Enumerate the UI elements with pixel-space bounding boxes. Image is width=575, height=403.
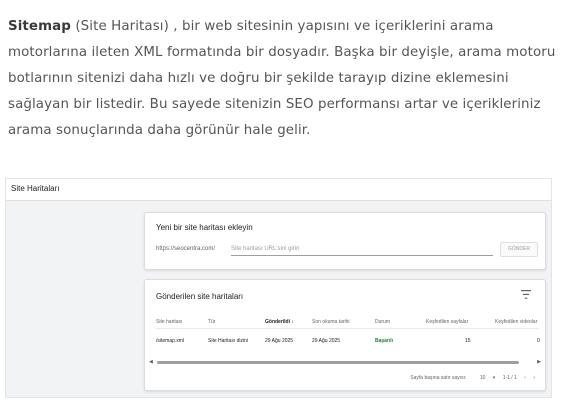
scroll-left-icon[interactable]: ◀ bbox=[149, 359, 153, 365]
article-paragraph: Sitemap (Site Haritası) , bir web sitesi… bbox=[8, 14, 568, 144]
col-type[interactable]: Tür bbox=[208, 319, 216, 325]
row-last-read: 29 Ağu 2025 bbox=[312, 338, 341, 344]
sitemap-term: Sitemap bbox=[8, 19, 71, 34]
submit-button[interactable]: GÖNDER bbox=[500, 242, 538, 257]
search-console-screenshot: Site Haritaları Yeni bir site haritası e… bbox=[5, 178, 552, 398]
prev-page-icon[interactable]: ‹ bbox=[524, 375, 526, 381]
horizontal-scrollbar[interactable]: ◀ ▶ bbox=[149, 359, 541, 365]
col-pages[interactable]: Keşfedilen sayfalar bbox=[426, 319, 468, 325]
url-prefix: https://seocentra.com/ bbox=[156, 246, 216, 252]
scroll-right-icon[interactable]: ▶ bbox=[537, 359, 541, 365]
col-videos[interactable]: Keşfedilen videolar bbox=[495, 319, 537, 325]
submitted-sitemaps-card: Gönderilen site haritaları Site haritası… bbox=[144, 279, 546, 391]
sort-down-icon: ↓ bbox=[291, 319, 294, 325]
row-type: Site Haritası dizini bbox=[208, 338, 249, 344]
article: Sitemap (Site Haritası) , bir web sitesi… bbox=[8, 14, 568, 144]
col-submitted[interactable]: Gönderildi ↓ bbox=[265, 319, 294, 325]
filter-icon[interactable] bbox=[521, 290, 531, 299]
row-status: Başarılı bbox=[375, 338, 394, 344]
sitemap-url-input[interactable]: Site haritası URL'sini girin bbox=[231, 243, 493, 256]
row-sitemap: /sitemap.xml bbox=[156, 338, 185, 344]
article-body: (Site Haritası) , bir web sitesinin yapı… bbox=[8, 19, 556, 138]
add-sitemap-card: Yeni bir site haritası ekleyin https://s… bbox=[144, 212, 546, 270]
next-page-icon[interactable]: › bbox=[533, 375, 535, 381]
row-videos: 0 bbox=[537, 338, 540, 344]
sitemaps-page-title: Site Haritaları bbox=[6, 179, 551, 201]
rows-per-page-label: Sayfa başına satır sayısı: bbox=[410, 375, 467, 381]
col-status[interactable]: Durum bbox=[375, 319, 390, 325]
submitted-sitemaps-title: Gönderilen site haritaları bbox=[156, 292, 244, 301]
row-submitted: 29 Ağu 2025 bbox=[265, 338, 294, 344]
col-submitted-label: Gönderildi bbox=[265, 319, 290, 325]
col-last-read[interactable]: Son okuma tarihi bbox=[312, 319, 350, 325]
rows-per-page-value: 10 bbox=[479, 375, 486, 381]
row-pages: 15 bbox=[465, 338, 471, 344]
scroll-thumb[interactable] bbox=[157, 361, 519, 364]
pagination: Sayfa başına satır sayısı: 10 ▾ 1-1 / 1 … bbox=[404, 375, 535, 381]
dropdown-arrow-icon: ▾ bbox=[492, 375, 496, 381]
rows-per-page-select[interactable]: 10 ▾ bbox=[474, 375, 495, 381]
page-range: 1-1 / 1 bbox=[502, 375, 517, 381]
add-sitemap-title: Yeni bir site haritası ekleyin bbox=[156, 223, 253, 232]
table-header: Site haritası Tür Gönderildi ↓ Son okuma… bbox=[156, 319, 539, 329]
col-sitemap[interactable]: Site haritası bbox=[156, 319, 182, 325]
